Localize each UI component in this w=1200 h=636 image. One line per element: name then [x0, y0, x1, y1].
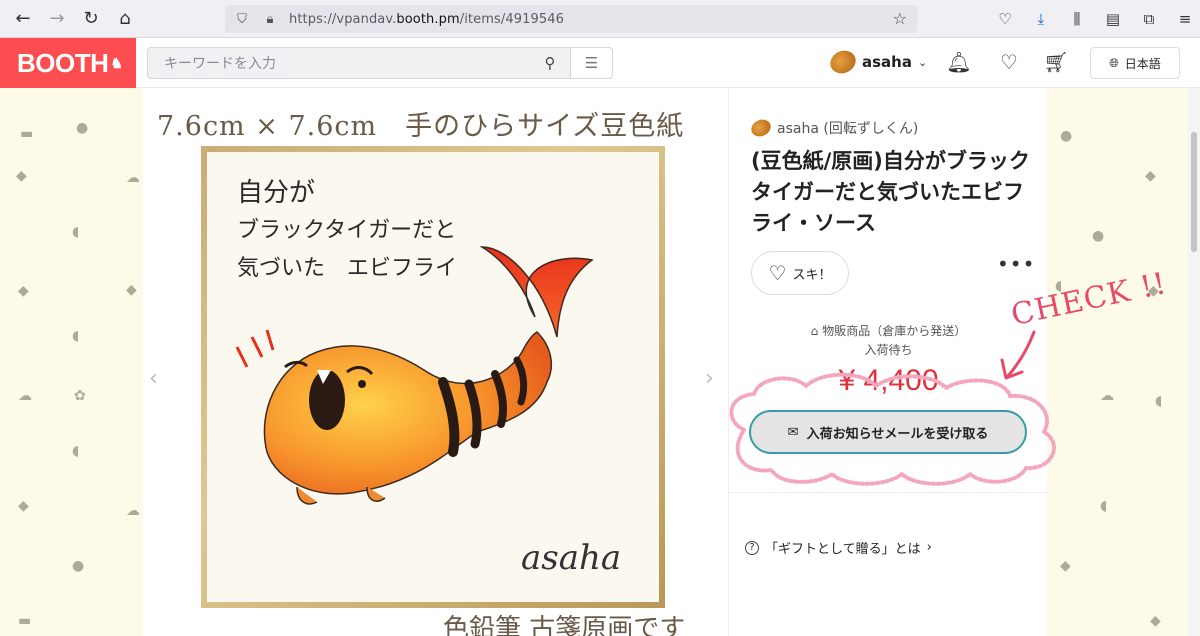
forward-icon[interactable]: →	[40, 2, 74, 36]
lock-icon[interactable]: 🔒︎	[259, 12, 281, 27]
filter-icon[interactable]: ☰	[570, 48, 612, 78]
product-image[interactable]: 自分が ブラックタイガーだと 気づいた エビフライ asaha	[201, 146, 665, 608]
artwork: 自分が ブラックタイガーだと 気づいた エビフライ asaha	[207, 152, 659, 602]
shrimp-illustration	[235, 246, 594, 505]
material-caption: 色鉛筆 古箋原画です	[443, 614, 686, 636]
scrollbar[interactable]	[1188, 88, 1200, 636]
cat-logo-icon: ♞	[110, 54, 123, 71]
search-icon[interactable]: ⚲	[530, 54, 570, 72]
browser-toolbar: ← → ↻ ⌂ ⛉ 🔒︎ https://vpandav.booth.pm/it…	[0, 0, 1200, 38]
library-icon[interactable]: ⫼	[1062, 4, 1092, 34]
home-icon[interactable]: ⌂	[108, 2, 142, 36]
back-icon[interactable]: ←	[6, 2, 40, 36]
user-menu[interactable]: asaha ⌄	[826, 46, 928, 78]
highlight-cloud	[729, 372, 1056, 486]
language-button[interactable]: 🌐︎ 日本語	[1090, 47, 1180, 79]
avatar	[826, 46, 860, 78]
bookmark-star-icon[interactable]: ☆	[893, 9, 907, 28]
shop-link[interactable]: asaha (回転ずしくん)	[748, 116, 918, 140]
shop-avatar	[748, 116, 774, 140]
pocket-icon[interactable]: ♡	[990, 4, 1020, 34]
search-input[interactable]: キーワードを入力	[164, 53, 530, 73]
more-options-icon[interactable]: •••	[997, 252, 1035, 276]
prev-image-icon[interactable]: ‹	[149, 366, 158, 391]
shield-icon[interactable]: ⛉	[231, 12, 253, 27]
next-image-icon[interactable]: ›	[705, 366, 714, 391]
product-title: (豆色紙/原画)自分がブラックタイガーだと気づいたエビフライ・ソース	[751, 149, 1030, 235]
cart-icon[interactable]: 🛒︎	[1043, 50, 1069, 74]
signature: asaha	[521, 538, 622, 578]
address-bar[interactable]: ⛉ 🔒︎ https://vpandav.booth.pm/items/4919…	[225, 5, 917, 33]
size-caption: 7.6cm × 7.6cm 手のひらサイズ豆色紙	[157, 111, 685, 142]
extensions-icon[interactable]: ⧉	[1134, 4, 1164, 34]
divider	[729, 492, 1048, 493]
scroll-thumb[interactable]	[1191, 132, 1197, 252]
menu-icon[interactable]: ≡	[1170, 4, 1200, 34]
globe-icon: 🌐︎	[1109, 55, 1119, 70]
site-header: BOOTH ♞ キーワードを入力 ⚲ ☰ asaha ⌄ 🔔︎ ♡ 🛒︎ 🌐︎ 日…	[0, 38, 1200, 88]
heart-icon[interactable]: ♡	[996, 50, 1022, 74]
url-text[interactable]: https://vpandav.booth.pm/items/4919546	[289, 12, 564, 27]
question-icon: ?	[745, 540, 759, 555]
like-button[interactable]: ♡ スキ！	[751, 251, 849, 295]
username: asaha	[862, 53, 912, 71]
chevron-right-icon: ›	[926, 540, 932, 555]
annotation-arrow	[1000, 330, 1036, 380]
heart-icon: ♡	[768, 261, 787, 285]
warehouse-icon: ⌂	[810, 324, 819, 338]
download-icon[interactable]: ⤓	[1026, 4, 1056, 34]
reload-icon[interactable]: ↻	[74, 2, 108, 36]
search-box[interactable]: キーワードを入力 ⚲ ☰	[147, 47, 613, 79]
booth-logo[interactable]: BOOTH ♞	[0, 38, 136, 88]
gift-info-link[interactable]: ? 「ギフトとして贈る」とは ›	[745, 538, 932, 557]
sidebar-icon[interactable]: ▤	[1098, 4, 1128, 34]
chevron-down-icon: ⌄	[917, 55, 928, 69]
bell-icon[interactable]: 🔔︎	[946, 50, 972, 74]
product-gallery: 7.6cm × 7.6cm 手のひらサイズ豆色紙 自分が ブラックタイガーだと …	[143, 88, 728, 636]
